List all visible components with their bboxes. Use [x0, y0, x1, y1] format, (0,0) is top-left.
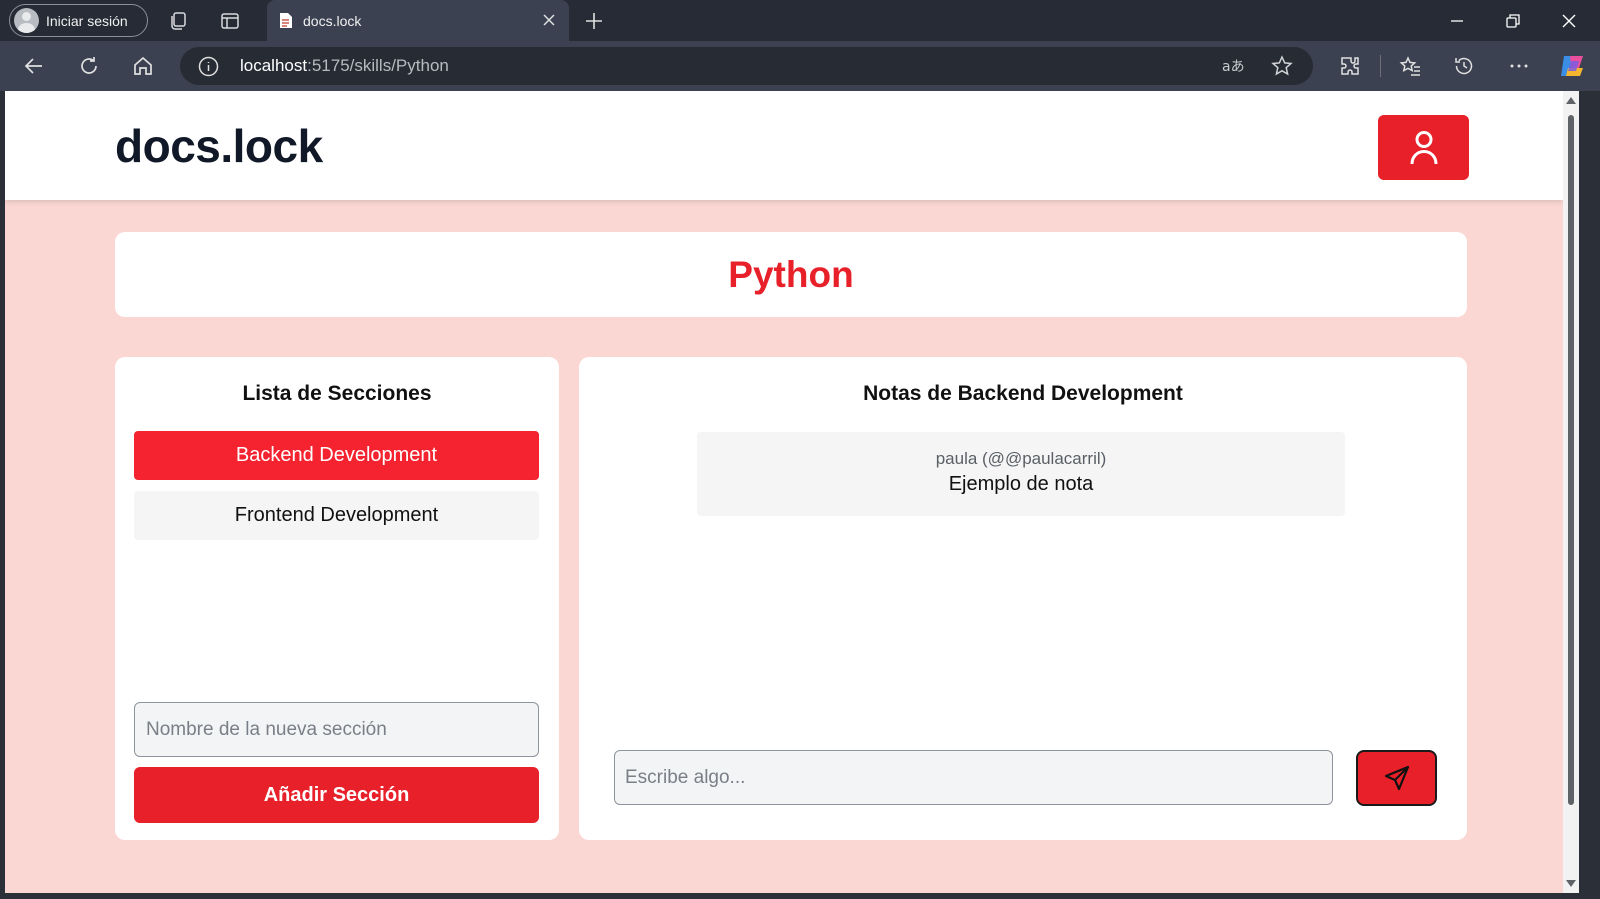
copilot-icon[interactable] — [1558, 52, 1586, 80]
page-viewport: docs.lock Python Lista de Secciones Back… — [5, 91, 1579, 893]
profile-label: Iniciar sesión — [46, 12, 128, 29]
sections-panel: Lista de Secciones Backend Development F… — [115, 357, 559, 840]
note-author: paula (@@paulacarril) — [935, 449, 1107, 468]
notes-heading: Notas de Backend Development — [863, 382, 1183, 405]
url-text[interactable]: localhost:5175/skills/Python — [240, 56, 449, 76]
note-input[interactable] — [614, 750, 1333, 805]
tab-title: docs.lock — [303, 12, 362, 29]
tab-actions-icon[interactable] — [218, 9, 242, 33]
sections-heading: Lista de Secciones — [242, 382, 432, 405]
browser-toolbar: localhost:5175/skills/Python aあ — [0, 41, 1600, 91]
window-bottom-edge — [0, 893, 1600, 899]
profile-avatar-icon — [14, 8, 39, 33]
note-item: paula (@@paulacarril) Ejemplo de nota — [697, 432, 1345, 516]
restore-icon[interactable] — [1485, 0, 1541, 41]
page-file-icon — [279, 12, 293, 29]
url-host: localhost — [240, 56, 308, 75]
scroll-down-arrow-icon[interactable] — [1566, 880, 1576, 887]
workspaces-icon[interactable] — [166, 9, 190, 33]
notes-panel: Notas de Backend Development paula (@@pa… — [579, 357, 1467, 840]
active-tab[interactable]: docs.lock — [267, 0, 569, 41]
minimize-icon[interactable] — [1429, 0, 1485, 41]
skill-title-card: Python — [115, 232, 1467, 317]
user-icon — [1409, 130, 1439, 166]
translate-icon[interactable]: aあ — [1222, 56, 1244, 76]
more-menu-icon[interactable] — [1507, 54, 1531, 78]
add-section-button[interactable]: Añadir Sección — [134, 767, 539, 823]
scroll-thumb[interactable] — [1568, 115, 1574, 805]
scroll-up-arrow-icon[interactable] — [1566, 97, 1576, 104]
section-item-frontend[interactable]: Frontend Development — [134, 491, 539, 540]
site-info-icon[interactable] — [198, 56, 219, 77]
new-section-input[interactable] — [134, 702, 539, 757]
page-title: Python — [728, 253, 854, 295]
new-tab-icon[interactable] — [582, 9, 606, 33]
close-window-icon[interactable] — [1541, 0, 1597, 41]
send-icon — [1383, 764, 1411, 792]
favorite-star-icon[interactable] — [1271, 55, 1293, 77]
url-path: :5175/skills/Python — [307, 56, 449, 75]
address-bar[interactable]: localhost:5175/skills/Python aあ — [180, 47, 1313, 85]
history-icon[interactable] — [1452, 54, 1476, 78]
profile-button[interactable]: Iniciar sesión — [9, 4, 148, 37]
page-scrollbar[interactable] — [1563, 91, 1579, 893]
svg-text:aあ: aあ — [1222, 59, 1244, 75]
user-profile-button[interactable] — [1378, 115, 1469, 180]
favorites-icon[interactable] — [1398, 54, 1422, 78]
section-item-backend[interactable]: Backend Development — [134, 431, 539, 480]
tab-close-icon[interactable] — [539, 10, 559, 35]
send-note-button[interactable] — [1356, 750, 1437, 806]
note-text: Ejemplo de nota — [948, 473, 1094, 495]
reload-icon[interactable] — [77, 54, 101, 78]
toolbar-divider — [1380, 55, 1381, 77]
home-icon[interactable] — [131, 54, 155, 78]
site-logo[interactable]: docs.lock — [115, 119, 323, 173]
extensions-icon[interactable] — [1338, 54, 1362, 78]
browser-tab-bar: Iniciar sesión docs.lock — [0, 0, 1600, 41]
back-icon[interactable] — [22, 54, 46, 78]
site-header: docs.lock — [5, 91, 1563, 200]
